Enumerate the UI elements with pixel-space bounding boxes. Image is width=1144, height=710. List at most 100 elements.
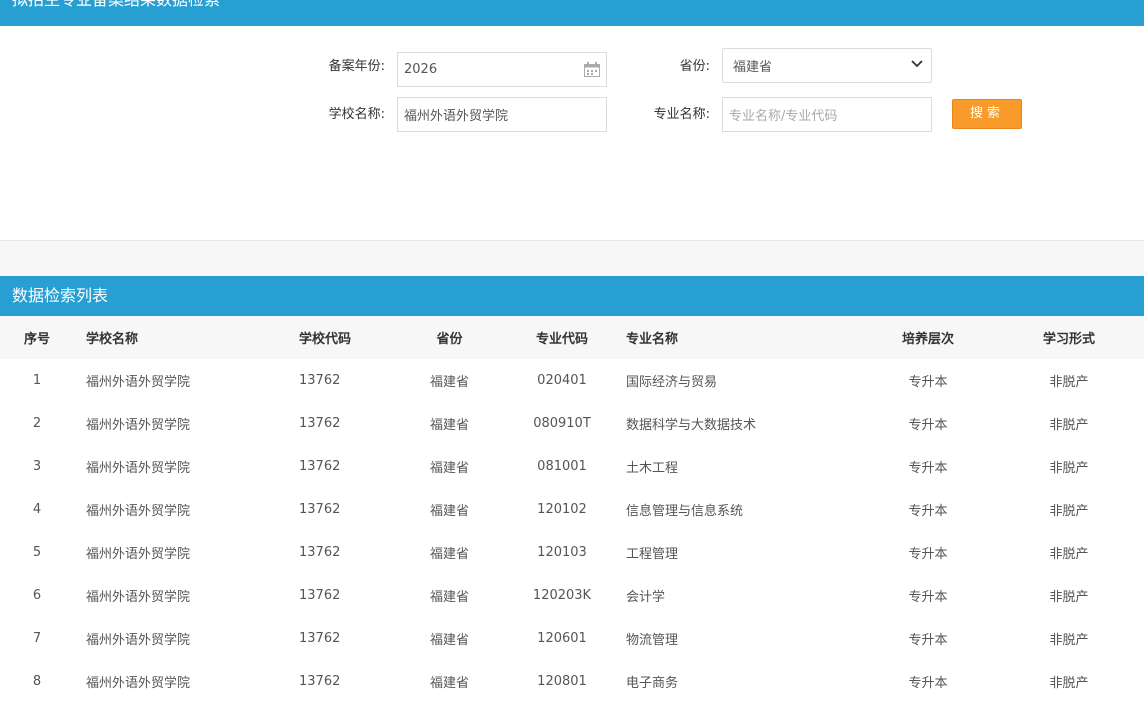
cell-study-form: 非脱产 xyxy=(994,445,1144,488)
cell-index: 1 xyxy=(0,359,74,402)
cell-school-code: 13762 xyxy=(287,488,387,531)
section-gap xyxy=(0,241,1144,276)
table-header-row: 序号 学校名称 学校代码 省份 专业代码 专业名称 培养层次 学习形式 xyxy=(0,316,1144,359)
cell-major-code: 120601 xyxy=(512,617,612,660)
cell-province: 福建省 xyxy=(387,488,512,531)
cell-study-form: 非脱产 xyxy=(994,402,1144,445)
cell-school-name: 福州外语外贸学院 xyxy=(74,445,287,488)
cell-province: 福建省 xyxy=(387,574,512,617)
cell-study-form: 非脱产 xyxy=(994,531,1144,574)
cell-index: 8 xyxy=(0,660,74,703)
cell-level: 专升本 xyxy=(862,617,994,660)
cell-major-name: 物流管理 xyxy=(612,617,862,660)
cell-major-code: 080910T xyxy=(512,402,612,445)
cell-index: 5 xyxy=(0,531,74,574)
cell-study-form: 非脱产 xyxy=(994,660,1144,703)
table-row: 1 福州外语外贸学院 13762 福建省 020401 国际经济与贸易 专升本 非脱产 xyxy=(0,359,1144,402)
province-value: 福建省 xyxy=(733,60,773,75)
cell-major-name: 国际经济与贸易 xyxy=(612,359,862,402)
cell-major-name: 工程管理 xyxy=(612,531,862,574)
cell-school-name: 福州外语外贸学院 xyxy=(74,660,287,703)
year-label: 备案年份: xyxy=(328,59,385,74)
cell-study-form: 非脱产 xyxy=(994,488,1144,531)
cell-province: 福建省 xyxy=(387,359,512,402)
col-header-major-name: 专业名称 xyxy=(612,316,862,359)
major-label: 专业名称: xyxy=(653,107,710,122)
cell-study-form: 非脱产 xyxy=(994,574,1144,617)
cell-school-name: 福州外语外贸学院 xyxy=(74,574,287,617)
cell-study-form: 非脱产 xyxy=(994,359,1144,402)
table-row: 7 福州外语外贸学院 13762 福建省 120601 物流管理 专升本 非脱产 xyxy=(0,617,1144,660)
cell-major-name: 信息管理与信息系统 xyxy=(612,488,862,531)
cell-major-name: 数据科学与大数据技术 xyxy=(612,402,862,445)
list-header-title: 数据检索列表 xyxy=(12,286,109,305)
col-header-province: 省份 xyxy=(387,316,512,359)
cell-major-code: 120801 xyxy=(512,660,612,703)
list-header-bar: 数据检索列表 xyxy=(0,276,1144,316)
table-body: 1 福州外语外贸学院 13762 福建省 020401 国际经济与贸易 专升本 非脱产 2 福州外… xyxy=(0,359,1144,703)
cell-school-name: 福州外语外贸学院 xyxy=(74,488,287,531)
cell-school-name: 福州外语外贸学院 xyxy=(74,617,287,660)
col-header-study-form: 学习形式 xyxy=(994,316,1144,359)
cell-school-name: 福州外语外贸学院 xyxy=(74,402,287,445)
chevron-down-icon xyxy=(911,60,923,68)
cell-level: 专升本 xyxy=(862,574,994,617)
cell-level: 专升本 xyxy=(862,402,994,445)
year-value: 2026 xyxy=(404,62,438,77)
cell-school-name: 福州外语外贸学院 xyxy=(74,531,287,574)
col-header-school-name: 学校名称 xyxy=(74,316,287,359)
cell-school-name: 福州外语外贸学院 xyxy=(74,359,287,402)
province-select[interactable]: 福建省 xyxy=(722,48,932,83)
table-row: 2 福州外语外贸学院 13762 福建省 080910T 数据科学与大数据技术 专升本 非脱产 xyxy=(0,402,1144,445)
cell-level: 专升本 xyxy=(862,488,994,531)
cell-school-code: 13762 xyxy=(287,617,387,660)
province-label: 省份: xyxy=(679,59,710,74)
cell-major-code: 120102 xyxy=(512,488,612,531)
cell-major-name: 会计学 xyxy=(612,574,862,617)
cell-index: 4 xyxy=(0,488,74,531)
cell-school-code: 13762 xyxy=(287,531,387,574)
search-button[interactable]: 搜索 xyxy=(952,99,1022,129)
cell-province: 福建省 xyxy=(387,402,512,445)
cell-school-code: 13762 xyxy=(287,660,387,703)
col-header-index: 序号 xyxy=(0,316,74,359)
calendar-icon[interactable] xyxy=(584,62,600,77)
table-row: 5 福州外语外贸学院 13762 福建省 120103 工程管理 专升本 非脱产 xyxy=(0,531,1144,574)
cell-major-name: 土木工程 xyxy=(612,445,862,488)
search-header-title: 拟招生专业备案结果数据检索 xyxy=(12,0,220,9)
col-header-level: 培养层次 xyxy=(862,316,994,359)
cell-index: 3 xyxy=(0,445,74,488)
search-header-bar: 拟招生专业备案结果数据检索 xyxy=(0,0,1144,26)
cell-province: 福建省 xyxy=(387,617,512,660)
cell-index: 7 xyxy=(0,617,74,660)
table-row: 4 福州外语外贸学院 13762 福建省 120102 信息管理与信息系统 专升本 非脱产 xyxy=(0,488,1144,531)
col-header-major-code: 专业代码 xyxy=(512,316,612,359)
cell-major-code: 120203K xyxy=(512,574,612,617)
cell-study-form: 非脱产 xyxy=(994,617,1144,660)
table-row: 8 福州外语外贸学院 13762 福建省 120801 电子商务 专升本 非脱产 xyxy=(0,660,1144,703)
cell-index: 6 xyxy=(0,574,74,617)
cell-major-code: 081001 xyxy=(512,445,612,488)
cell-major-name: 电子商务 xyxy=(612,660,862,703)
cell-province: 福建省 xyxy=(387,660,512,703)
cell-level: 专升本 xyxy=(862,660,994,703)
table-row: 6 福州外语外贸学院 13762 福建省 120203K 会计学 专升本 非脱产 xyxy=(0,574,1144,617)
table-row: 3 福州外语外贸学院 13762 福建省 081001 土木工程 专升本 非脱产 xyxy=(0,445,1144,488)
school-name-input[interactable]: 福州外语外贸学院 xyxy=(397,97,607,132)
results-table: 序号 学校名称 学校代码 省份 专业代码 专业名称 培养层次 学习形式 1 福州外… xyxy=(0,316,1144,703)
cell-level: 专升本 xyxy=(862,359,994,402)
year-field[interactable]: 2026 xyxy=(397,52,607,87)
cell-province: 福建省 xyxy=(387,445,512,488)
school-label: 学校名称: xyxy=(328,107,385,122)
cell-province: 福建省 xyxy=(387,531,512,574)
cell-level: 专升本 xyxy=(862,445,994,488)
cell-school-code: 13762 xyxy=(287,445,387,488)
school-name-value: 福州外语外贸学院 xyxy=(404,109,509,124)
cell-school-code: 13762 xyxy=(287,359,387,402)
cell-major-code: 020401 xyxy=(512,359,612,402)
major-name-input[interactable]: 专业名称/专业代码 xyxy=(722,97,932,132)
cell-school-code: 13762 xyxy=(287,574,387,617)
col-header-school-code: 学校代码 xyxy=(287,316,387,359)
major-placeholder: 专业名称/专业代码 xyxy=(729,109,838,124)
cell-major-code: 120103 xyxy=(512,531,612,574)
